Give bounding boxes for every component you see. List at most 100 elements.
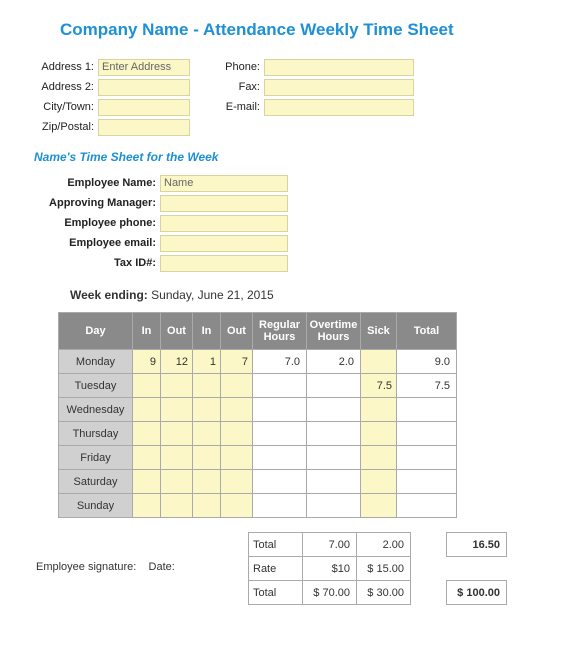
in2-cell[interactable] (193, 422, 221, 446)
emp-email-label: Employee email: (40, 237, 160, 249)
out2-cell[interactable] (221, 470, 253, 494)
out2-cell[interactable]: 7 (221, 350, 253, 374)
phone-input[interactable] (264, 59, 414, 76)
in2-cell[interactable] (193, 470, 221, 494)
emp-phone-input[interactable] (160, 215, 288, 232)
addr2-input[interactable] (98, 79, 190, 96)
zip-input[interactable] (98, 119, 190, 136)
th-reg: Regular Hours (253, 313, 307, 350)
reg-cell (253, 494, 307, 518)
ot-cell (307, 398, 361, 422)
sum-ot-total: 2.00 (357, 533, 411, 557)
in2-cell[interactable] (193, 374, 221, 398)
emp-name-input[interactable]: Name (160, 175, 288, 192)
out2-cell[interactable] (221, 446, 253, 470)
day-cell: Saturday (59, 470, 133, 494)
sick-cell[interactable] (361, 422, 397, 446)
out1-cell[interactable] (161, 374, 193, 398)
in1-cell[interactable] (133, 494, 161, 518)
out1-cell[interactable] (161, 398, 193, 422)
in2-cell[interactable]: 1 (193, 350, 221, 374)
sick-cell[interactable] (361, 350, 397, 374)
sick-cell[interactable] (361, 494, 397, 518)
in2-cell[interactable] (193, 494, 221, 518)
sum-reg-rate: $10 (303, 557, 357, 581)
emp-manager-label: Approving Manager: (40, 197, 160, 209)
table-row: Wednesday (59, 398, 457, 422)
emp-tax-label: Tax ID#: (40, 257, 160, 269)
total-cell (397, 494, 457, 518)
sum-pay-label: Total (249, 581, 303, 605)
in1-cell[interactable] (133, 374, 161, 398)
reg-cell (253, 398, 307, 422)
reg-cell (253, 470, 307, 494)
out1-cell[interactable]: 12 (161, 350, 193, 374)
table-row: Monday912177.02.09.0 (59, 350, 457, 374)
ot-cell (307, 446, 361, 470)
out1-cell[interactable] (161, 422, 193, 446)
in2-cell[interactable] (193, 398, 221, 422)
addr1-label: Address 1: (30, 61, 98, 73)
table-row: Friday (59, 446, 457, 470)
day-cell: Monday (59, 350, 133, 374)
total-cell: 9.0 (397, 350, 457, 374)
week-ending: Week ending: Sunday, June 21, 2015 (70, 288, 550, 302)
th-sick: Sick (361, 313, 397, 350)
table-row: Sunday (59, 494, 457, 518)
in1-cell[interactable] (133, 422, 161, 446)
sum-spacer4 (411, 581, 447, 605)
out2-cell[interactable] (221, 494, 253, 518)
sum-ot-rate: $ 15.00 (357, 557, 411, 581)
th-in2: In (193, 313, 221, 350)
table-row: Thursday (59, 422, 457, 446)
emp-manager-input[interactable] (160, 195, 288, 212)
sum-spacer1 (411, 533, 447, 557)
fax-input[interactable] (264, 79, 414, 96)
total-cell: 7.5 (397, 374, 457, 398)
date-label: Date: (149, 561, 175, 573)
in1-cell[interactable] (133, 446, 161, 470)
ot-cell (307, 494, 361, 518)
in1-cell[interactable] (133, 470, 161, 494)
in1-cell[interactable]: 9 (133, 350, 161, 374)
out1-cell[interactable] (161, 470, 193, 494)
sum-total-label: Total (249, 533, 303, 557)
th-ot: Overtime Hours (307, 313, 361, 350)
ot-cell (307, 374, 361, 398)
employee-block: Employee Name:Name Approving Manager: Em… (40, 174, 550, 272)
summary-table: Total 7.00 2.00 16.50 Rate $10 $ 15.00 T… (248, 532, 507, 605)
in2-cell[interactable] (193, 446, 221, 470)
emp-email-input[interactable] (160, 235, 288, 252)
out1-cell[interactable] (161, 494, 193, 518)
sick-cell[interactable] (361, 398, 397, 422)
city-input[interactable] (98, 99, 190, 116)
addr1-input[interactable]: Enter Address (98, 59, 190, 76)
day-cell: Sunday (59, 494, 133, 518)
in1-cell[interactable] (133, 398, 161, 422)
sum-reg-pay: $ 70.00 (303, 581, 357, 605)
out2-cell[interactable] (221, 422, 253, 446)
sum-rate-label: Rate (249, 557, 303, 581)
reg-cell (253, 446, 307, 470)
phone-label: Phone: (220, 61, 264, 73)
addr2-label: Address 2: (30, 81, 98, 93)
sick-cell[interactable]: 7.5 (361, 374, 397, 398)
out1-cell[interactable] (161, 446, 193, 470)
sick-cell[interactable] (361, 446, 397, 470)
zip-label: Zip/Postal: (30, 121, 98, 133)
sum-grand-pay: $ 100.00 (447, 581, 507, 605)
ot-cell (307, 470, 361, 494)
address-block: Address 1:Enter Address Address 2: City/… (30, 58, 550, 136)
out2-cell[interactable] (221, 374, 253, 398)
day-cell: Friday (59, 446, 133, 470)
day-cell: Tuesday (59, 374, 133, 398)
emp-name-label: Employee Name: (40, 177, 160, 189)
out2-cell[interactable] (221, 398, 253, 422)
email-input[interactable] (264, 99, 414, 116)
emp-tax-input[interactable] (160, 255, 288, 272)
fax-label: Fax: (220, 81, 264, 93)
sick-cell[interactable] (361, 470, 397, 494)
th-in1: In (133, 313, 161, 350)
reg-cell (253, 422, 307, 446)
ot-cell (307, 422, 361, 446)
